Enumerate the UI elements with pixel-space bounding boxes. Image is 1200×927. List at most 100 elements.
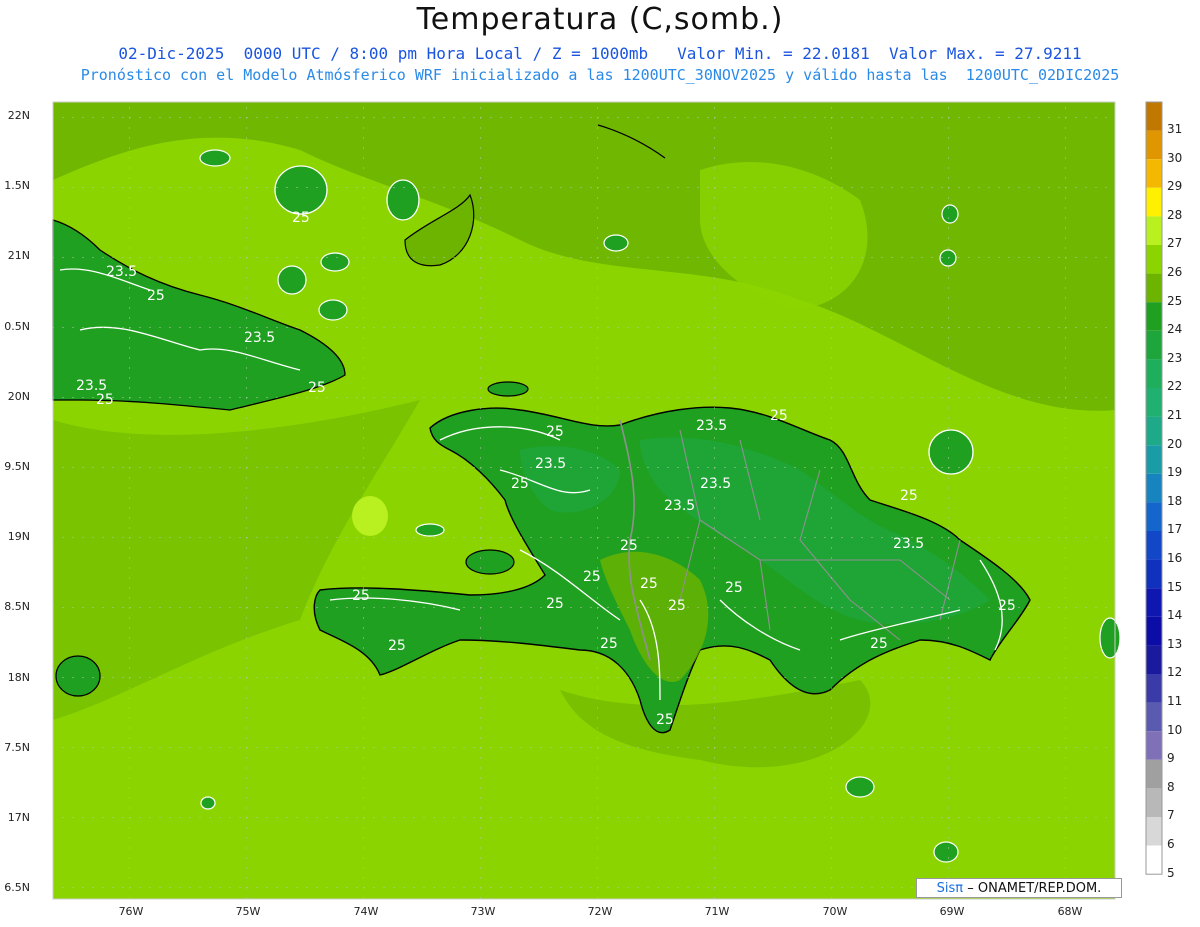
lat-label: 0.5N [4,320,30,333]
colorbar-tick-label: 29 [1167,179,1183,194]
contour-label: 23.5 [244,330,275,346]
temperature-colorbar [1145,101,1163,875]
colorbar-tick-label: 17 [1167,522,1183,537]
sispi-brand: Sisπ [936,881,964,896]
colorbar-tick-label: 19 [1167,465,1183,480]
contour-label: 25 [656,712,674,728]
contour-label: 23.5 [106,264,137,280]
contour-label: 25 [546,424,564,440]
contour-label: 23.5 [535,456,566,472]
colorbar-swatch [1146,588,1162,617]
lon-label: 72W [587,905,613,918]
colorbar-swatch [1146,817,1162,846]
colorbar-tick-label: 31 [1167,122,1183,136]
contour-label: 25 [998,598,1016,614]
colorbar-swatch [1146,473,1162,503]
lon-label: 73W [470,905,496,918]
colorbar-swatch [1146,302,1162,331]
colorbar-swatch [1146,273,1162,303]
lon-label: 74W [353,905,379,918]
lon-label: 70W [822,905,848,918]
colorbar-swatch [1146,102,1162,131]
contour-label: 25 [511,476,529,492]
lon-label: 76W [118,905,144,918]
contour-label: 23.5 [700,476,731,492]
contour-label: 25 [600,636,618,652]
lon-label: 69W [939,905,965,918]
lat-label: 19N [7,530,30,543]
contour-label: 25 [292,210,310,226]
lat-label: 9.5N [4,460,30,473]
colorbar-tick-label: 10 [1167,722,1183,737]
lat-label: 8.5N [4,600,30,613]
contour-label: 23.5 [696,418,727,434]
colorbar-swatch [1146,645,1162,674]
colorbar-swatch [1146,216,1162,245]
contour-label: 25 [388,638,406,654]
colorbar-swatch [1146,445,1162,474]
colorbar-tick-label: 13 [1167,636,1183,651]
credit-box: Sisπ – ONAMET/REP.DOM. [916,878,1122,898]
colorbar-swatch [1146,788,1162,817]
colorbar-tick-label: 23 [1167,350,1183,365]
lon-label: 71W [704,905,730,918]
colorbar-swatch [1146,616,1162,646]
lat-label: 18N [7,671,30,684]
contour-label: 25 [546,596,564,612]
colorbar-tick-label: 7 [1167,808,1175,823]
colorbar-swatch [1146,187,1162,217]
lat-label: 7.5N [4,741,30,754]
lat-label: 17N [7,811,30,824]
contour-label: 25 [870,636,888,652]
contour-label: 23.5 [664,498,695,514]
contour-label: 25 [147,288,165,304]
colorbar-swatch [1146,845,1162,875]
lat-label: 22N [7,109,30,122]
lat-label: 20N [7,390,30,403]
contour-label: 25 [620,538,638,554]
colorbar-tick-label: 6 [1167,837,1175,851]
lon-label: 68W [1057,905,1083,918]
colorbar-swatch [1146,759,1162,789]
colorbar-swatch [1146,245,1162,274]
colorbar-swatch [1146,731,1162,760]
colorbar-tick-label: 24 [1167,322,1183,337]
colorbar-swatch [1146,531,1162,560]
colorbar-tick-label: 20 [1167,436,1183,451]
contour-label: 23.5 [893,536,924,552]
colorbar-swatch [1146,359,1162,388]
contour-label: 25 [96,392,114,408]
contour-label: 25 [900,488,918,504]
colorbar-swatch [1146,674,1162,703]
credit-text: – ONAMET/REP.DOM. [967,881,1102,896]
colorbar-tick-label: 25 [1167,293,1183,308]
colorbar-tick-label: 14 [1167,608,1183,623]
colorbar-swatch [1146,502,1162,531]
lat-label: 6.5N [4,881,30,894]
colorbar-tick-label: 27 [1167,236,1183,251]
contour-label: 25 [725,580,743,596]
colorbar-tick-label: 11 [1167,694,1183,708]
colorbar-swatch [1146,702,1162,732]
colorbar-swatch [1146,416,1162,446]
lat-label: 21N [7,249,30,262]
colorbar-tick-label: 5 [1167,865,1175,880]
colorbar-swatch [1146,388,1162,417]
contour-label: 25 [668,598,686,614]
colorbar-tick-label: 16 [1167,551,1183,565]
contour-label: 25 [308,380,326,396]
colorbar-tick-label: 28 [1167,207,1183,222]
contour-label: 25 [352,588,370,604]
colorbar-swatch [1146,130,1162,160]
colorbar-tick-label: 9 [1167,751,1175,766]
colorbar-tick-label: 30 [1167,150,1183,165]
colorbar-tick-label: 15 [1167,579,1183,594]
lat-label: 1.5N [4,179,30,192]
colorbar-tick-label: 21 [1167,408,1183,422]
colorbar-tick-label: 8 [1167,779,1175,794]
map-canvas: 23.5 25 23.5 25 23.5 25 25 23.5 25 25 23… [52,101,1163,900]
colorbar-swatch [1146,330,1162,360]
colorbar-swatch [1146,559,1162,589]
colorbar-tick-label: 18 [1167,493,1183,508]
contour-label: 25 [770,408,788,424]
